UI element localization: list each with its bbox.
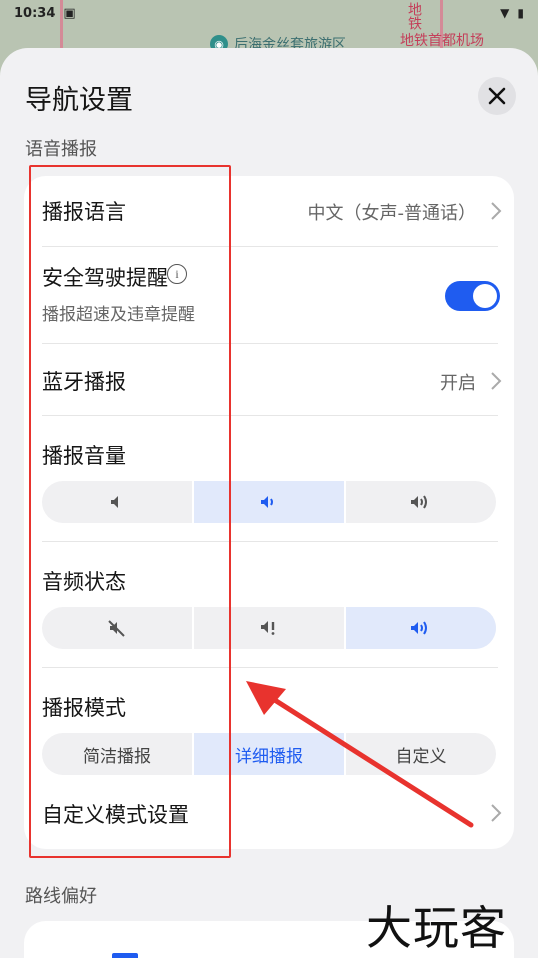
page-title: 导航设置	[25, 85, 133, 116]
chevron-right-icon	[491, 804, 502, 822]
safety-toggle[interactable]	[445, 281, 500, 311]
chevron-right-icon	[491, 372, 502, 390]
section-label-voice: 语音播报	[25, 139, 97, 160]
status-time: 10:34	[14, 5, 56, 21]
audio-volume-option[interactable]	[346, 607, 496, 649]
watermark-logo: 大玩客	[366, 901, 507, 955]
close-button[interactable]	[478, 77, 516, 115]
volume-medium-icon	[261, 496, 273, 508]
route-option-icon	[112, 953, 138, 958]
status-bar: 10:34 ▣ ▼ ▮	[0, 0, 538, 26]
alert-icon	[261, 621, 275, 635]
map-metro-label: 地铁首都机场	[400, 33, 484, 49]
wifi-icon: ▼	[500, 6, 510, 20]
annotation-arrow	[246, 681, 474, 828]
notification-icon: ▣	[63, 5, 76, 21]
setting-language-value: 中文（女声-普通话）	[307, 203, 477, 224]
volume-high-option[interactable]	[346, 481, 496, 523]
toggle-knob	[473, 284, 497, 308]
chevron-right-icon	[491, 202, 502, 220]
section-label-route: 路线偏好	[25, 886, 97, 907]
annotation-highlight-box	[29, 165, 231, 858]
setting-bluetooth-value: 开启	[440, 373, 476, 394]
close-icon	[488, 87, 506, 105]
battery-icon: ▮	[517, 6, 524, 20]
status-icons: ▼ ▮	[500, 6, 524, 20]
volume-icon	[411, 621, 427, 635]
volume-high-icon	[411, 495, 427, 509]
